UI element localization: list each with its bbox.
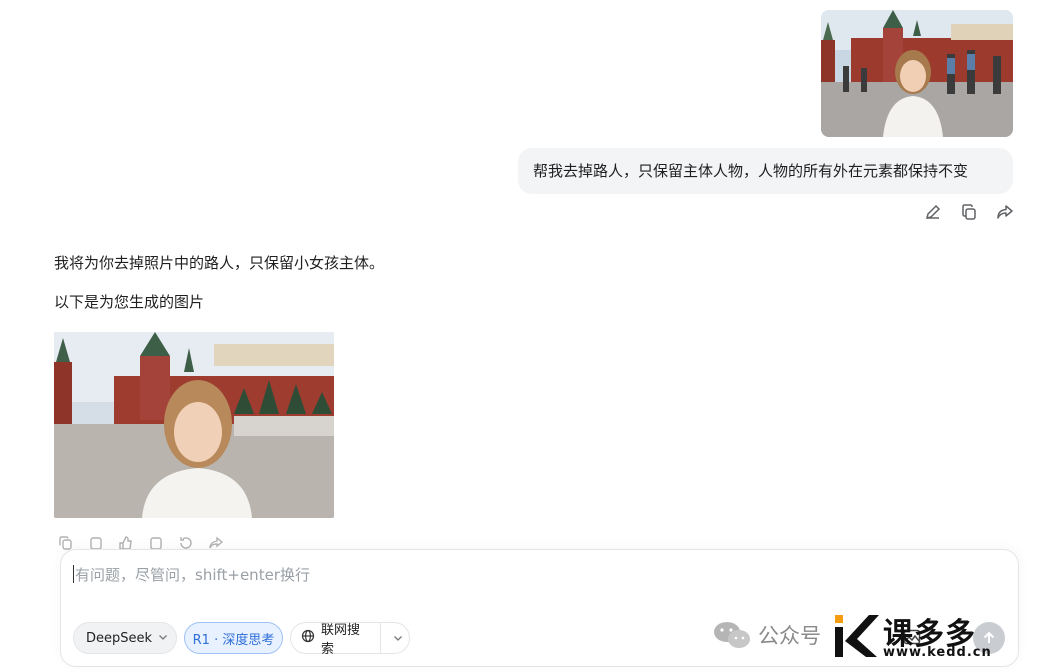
wechat-icon <box>714 622 750 648</box>
brand-logo: 课多多 www.kedd.cn <box>833 609 1033 661</box>
girl-at-kremlin-image <box>54 332 334 518</box>
copy-icon[interactable] <box>958 201 980 223</box>
pencil-icon[interactable] <box>922 201 944 223</box>
divider <box>379 622 381 654</box>
chevron-down-icon <box>158 631 168 646</box>
kremlin-crowd-image <box>821 10 1013 137</box>
user-uploaded-photo[interactable] <box>821 10 1013 137</box>
web-search-label: 联网搜索 <box>321 623 361 657</box>
ai-response-line: 我将为你去掉照片中的路人，只保留小女孩主体。 <box>54 254 385 272</box>
model-select[interactable]: DeepSeek <box>73 622 177 654</box>
brand-k-icon <box>835 615 879 657</box>
generated-image[interactable] <box>54 332 334 518</box>
model-select-label: DeepSeek <box>86 630 153 646</box>
user-message-text: 帮我去掉路人，只保留主体人物，人物的所有外在元素都保持不变 <box>533 162 969 180</box>
deep-think-label: R1 · 深度思考 <box>192 632 275 648</box>
ai-response-line: 以下是为您生成的图片 <box>54 293 205 311</box>
user-message-actions <box>922 201 1016 223</box>
globe-icon <box>301 629 315 647</box>
prompt-input[interactable] <box>73 562 777 588</box>
chevron-down-icon[interactable] <box>387 633 409 643</box>
wechat-watermark: 公众号 <box>712 620 821 650</box>
user-message-bubble: 帮我去掉路人，只保留主体人物，人物的所有外在元素都保持不变 <box>518 148 1013 194</box>
share-icon[interactable] <box>994 201 1016 223</box>
brand-url: www.kedd.cn <box>883 645 992 660</box>
watermark: 公众号 课多多 www.kedd.cn <box>712 610 1033 660</box>
wechat-label: 公众号 <box>758 624 821 648</box>
web-search-toggle[interactable]: 联网搜索 <box>290 622 410 657</box>
deep-think-toggle[interactable]: R1 · 深度思考 <box>184 622 283 654</box>
